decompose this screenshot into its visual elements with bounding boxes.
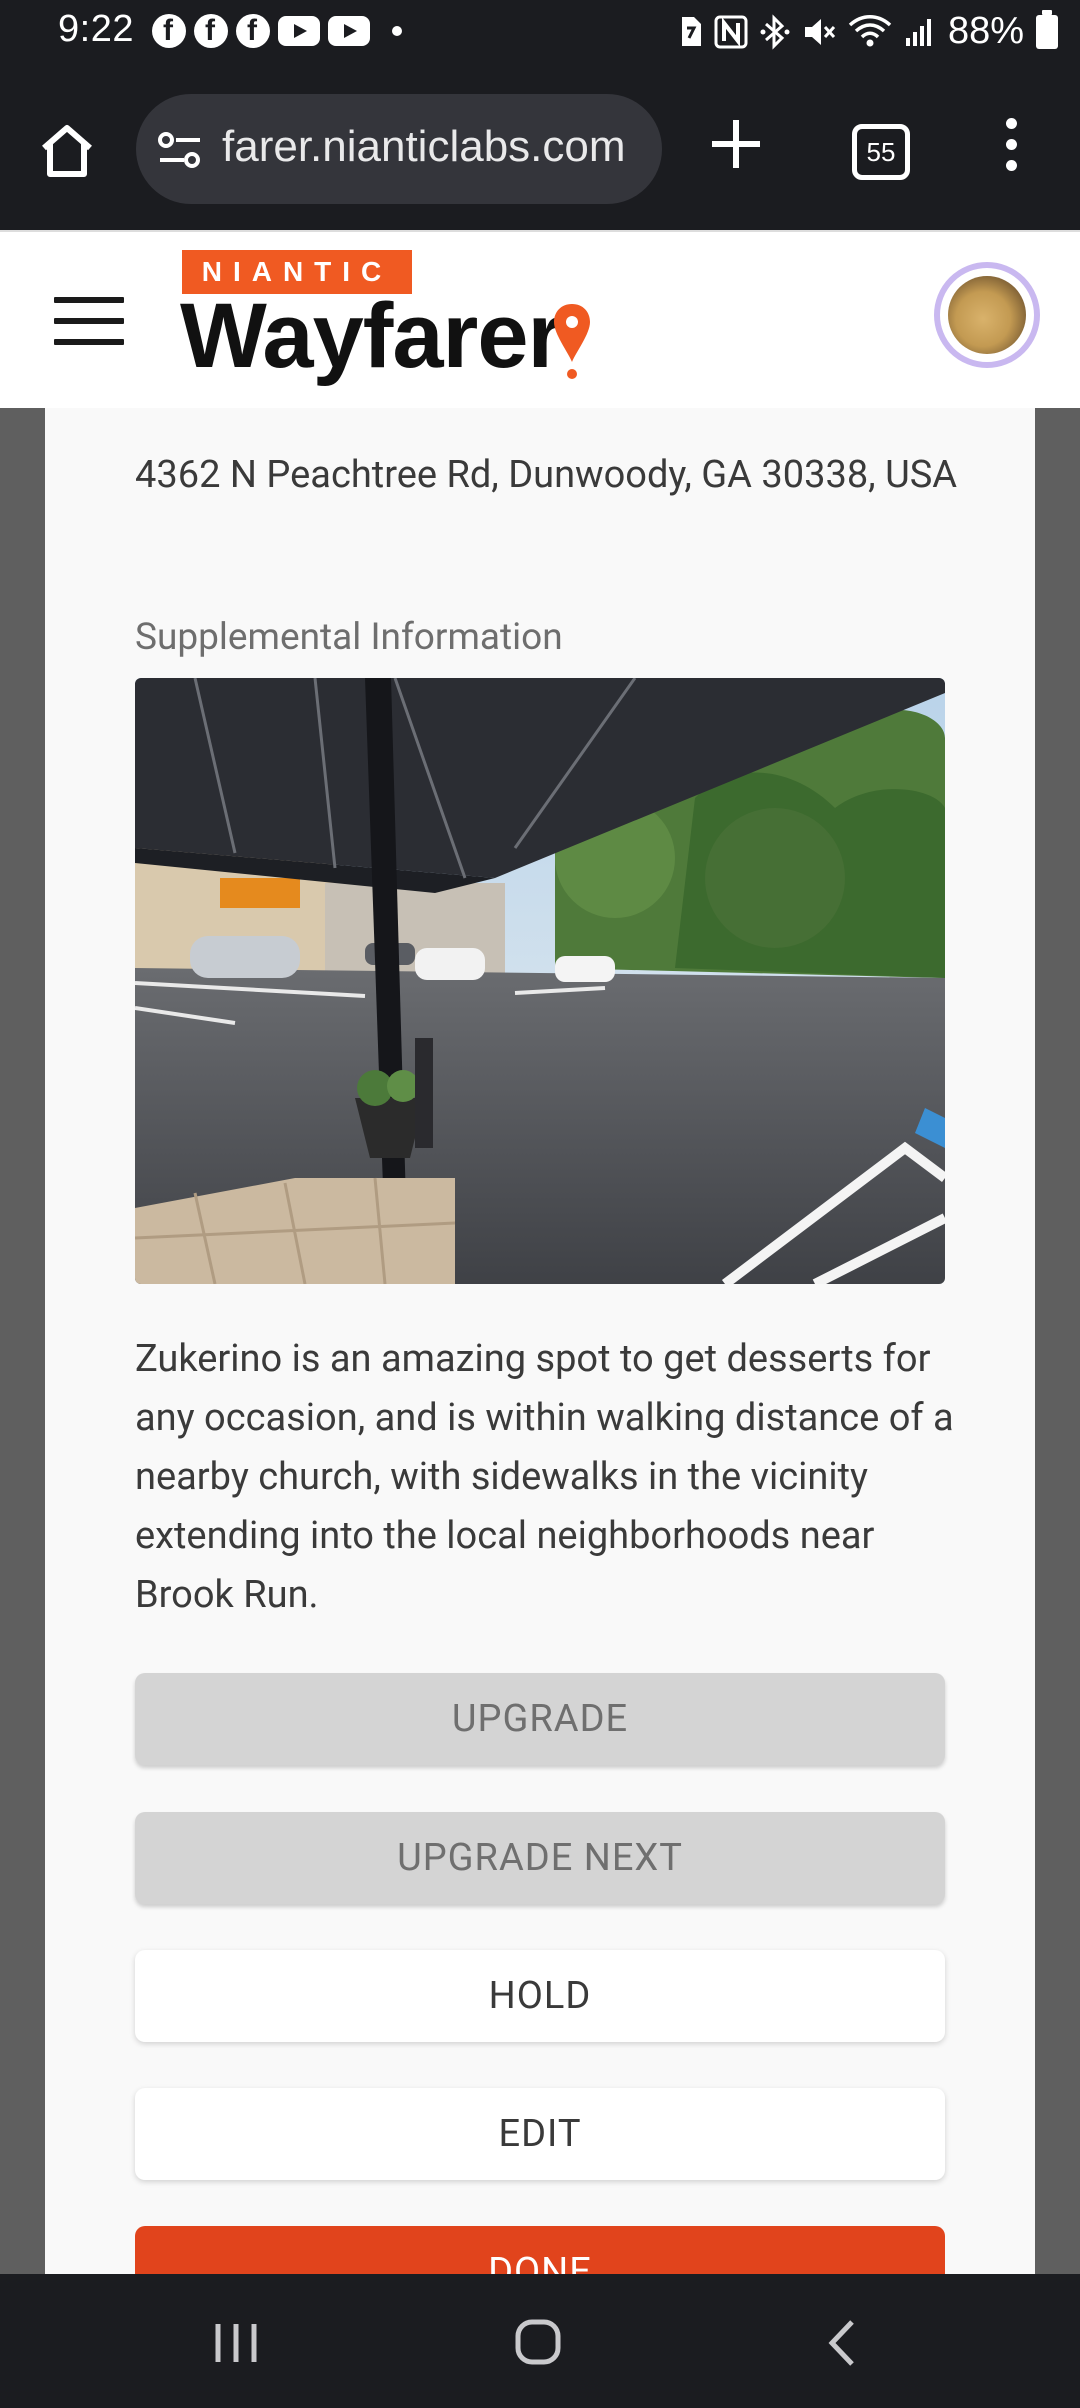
home-nav-icon[interactable] (514, 2318, 562, 2366)
status-time: 9:22 (58, 8, 134, 50)
home-icon[interactable] (36, 120, 98, 182)
supplemental-info-label: Supplemental Information (135, 616, 563, 659)
battery-icon (1036, 9, 1058, 49)
system-nav-bar (0, 2274, 1080, 2408)
avatar-image (948, 276, 1026, 354)
supplemental-photo[interactable] (135, 678, 945, 1284)
new-tab-icon[interactable] (706, 114, 766, 174)
notification-icons (152, 14, 402, 48)
back-icon[interactable] (822, 2318, 862, 2368)
edit-button[interactable]: EDIT (135, 2088, 945, 2180)
facebook-icon (194, 14, 228, 48)
upgrade-button[interactable]: UPGRADE (135, 1673, 945, 1765)
hamburger-menu-icon[interactable] (54, 297, 124, 347)
tab-switcher-button[interactable]: 55 (852, 124, 910, 180)
signal-icon (905, 18, 931, 46)
url-bar[interactable]: farer.nianticlabs.com (136, 94, 662, 204)
recent-apps-icon[interactable] (212, 2322, 260, 2364)
poi-description: Zukerino is an amazing spot to get desse… (135, 1337, 954, 1617)
done-button[interactable]: DONE (135, 2226, 945, 2274)
mute-icon (804, 18, 836, 45)
battery-percent: 88% (947, 10, 1024, 52)
bluetooth-icon (760, 13, 790, 50)
facebook-icon (152, 14, 186, 48)
wifi-icon (848, 14, 892, 46)
overflow-menu-icon[interactable] (998, 118, 1024, 178)
wayfarer-logo-text: Wayfarer (180, 285, 563, 387)
hold-button[interactable]: HOLD (135, 1950, 945, 2042)
site-settings-icon[interactable] (156, 126, 204, 174)
status-bar: 9:22 88% (0, 0, 1080, 68)
url-text[interactable]: farer.nianticlabs.com (222, 122, 626, 172)
review-card: 4362 N Peachtree Rd, Dunwoody, GA 30338,… (45, 408, 1035, 2274)
youtube-icon (328, 16, 370, 46)
sim-icon (681, 16, 701, 46)
map-pin-icon (554, 304, 590, 379)
user-avatar[interactable] (934, 262, 1040, 368)
facebook-icon (236, 14, 270, 48)
system-icons: 88% (678, 9, 1058, 53)
nfc-icon (714, 15, 748, 48)
browser-toolbar: farer.nianticlabs.com 55 (0, 68, 1080, 230)
upgrade-next-button[interactable]: UPGRADE NEXT (135, 1812, 945, 1904)
poi-address: 4362 N Peachtree Rd, Dunwoody, GA 30338,… (135, 453, 958, 497)
site-header: NIANTIC Wayfarer (0, 230, 1080, 410)
youtube-icon (278, 16, 320, 46)
more-notifications-dot-icon (392, 26, 402, 36)
